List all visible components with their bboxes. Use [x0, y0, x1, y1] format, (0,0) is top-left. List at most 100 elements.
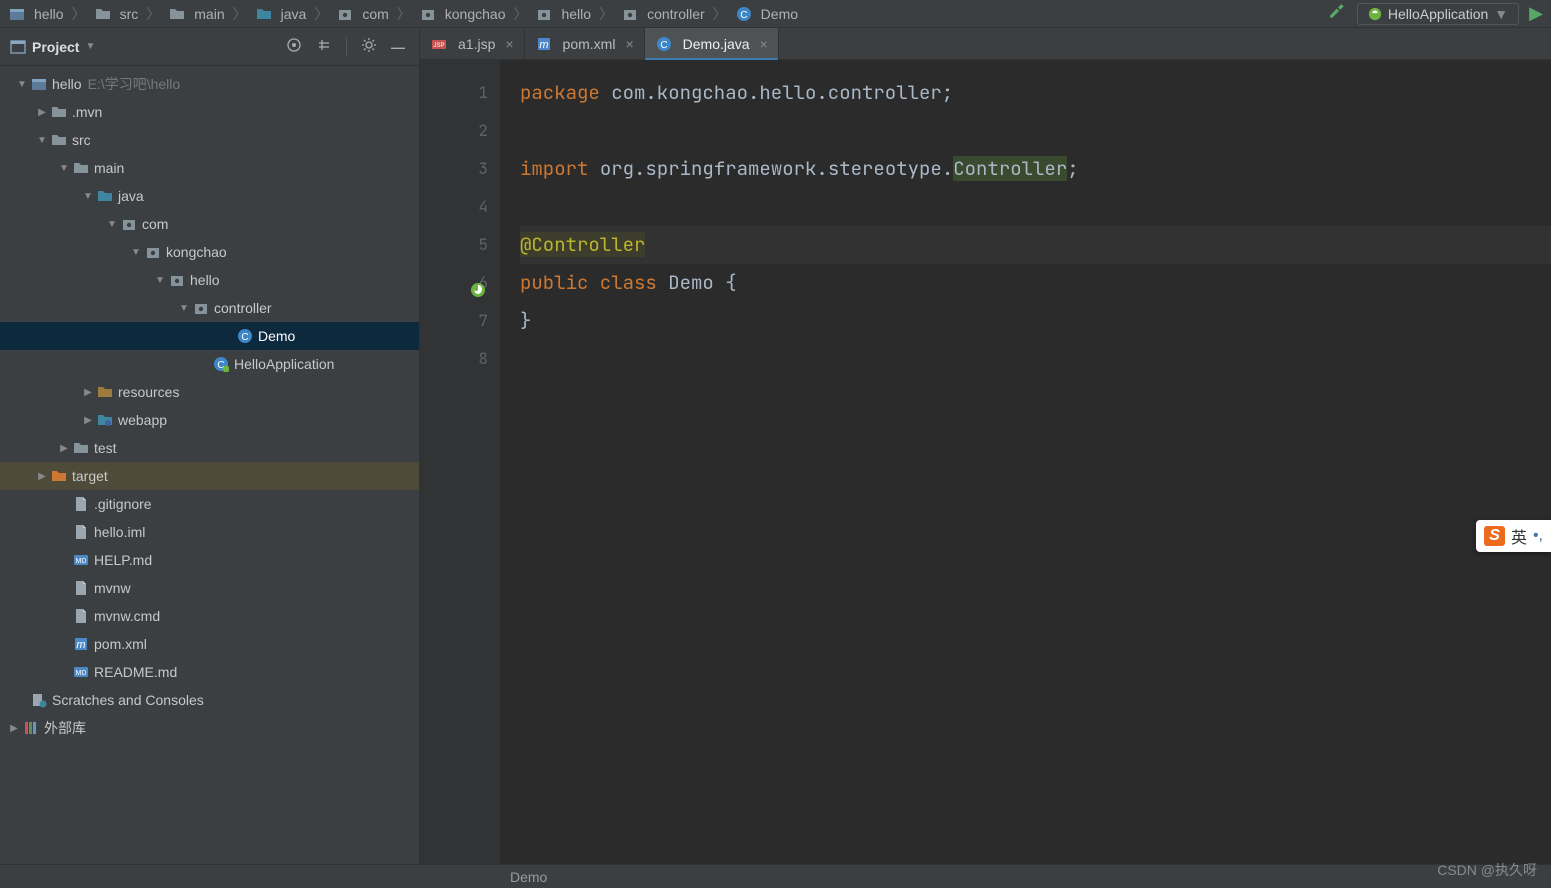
tree-arrow-icon[interactable]: ▶ — [34, 471, 50, 482]
code-line[interactable]: public class Demo { — [520, 264, 1551, 302]
close-tab-icon[interactable]: × — [760, 36, 768, 52]
tree-node[interactable]: ▶target — [0, 462, 419, 490]
code-line[interactable]: @Controller — [520, 226, 1551, 264]
close-tab-icon[interactable]: × — [505, 36, 513, 52]
hide-icon[interactable]: — — [387, 39, 409, 55]
breadcrumb-item[interactable]: hello — [535, 6, 591, 22]
tree-node[interactable]: ▶.mvn — [0, 98, 419, 126]
tree-arrow-icon[interactable]: ▼ — [104, 219, 120, 230]
line-number[interactable]: 5 — [420, 226, 488, 264]
build-icon[interactable] — [1329, 3, 1347, 24]
scratch-icon — [30, 692, 48, 708]
editor-tab[interactable]: CDemo.java× — [645, 28, 779, 59]
project-sidebar: Project ▼ — ▼helloE:\学习吧\hello▶.mvn▼src▼… — [0, 28, 420, 864]
tree-arrow-icon[interactable]: ▶ — [34, 107, 50, 118]
line-number[interactable]: 1 — [420, 74, 488, 112]
line-number[interactable]: 3 — [420, 150, 488, 188]
editor-gutter[interactable]: 12345678 — [420, 60, 500, 864]
tree-node[interactable]: Scratches and Consoles — [0, 686, 419, 714]
breadcrumb-icon — [94, 6, 112, 22]
md-icon: MD — [72, 664, 90, 680]
line-number[interactable]: 4 — [420, 188, 488, 226]
gear-icon[interactable] — [357, 37, 381, 56]
tree-node[interactable]: ▼ main — [0, 154, 419, 182]
tree-node[interactable]: ▼java — [0, 182, 419, 210]
folder-icon — [72, 160, 90, 176]
select-opened-file-icon[interactable] — [282, 37, 306, 56]
editor-code[interactable]: package com.kongchao.hello.controller; im… — [500, 60, 1551, 864]
line-number[interactable]: 7 — [420, 302, 488, 340]
code-line[interactable] — [520, 112, 1551, 150]
editor-tab[interactable]: JSPa1.jsp× — [420, 28, 525, 59]
breadcrumb-separator: 〉 — [599, 4, 613, 24]
folder-web-icon — [96, 412, 114, 428]
breadcrumb-item[interactable]: controller — [621, 6, 705, 22]
tree-node[interactable]: MDHELP.md — [0, 546, 419, 574]
tree-arrow-icon[interactable]: ▼ — [56, 163, 72, 174]
tree-node[interactable]: CDemo — [0, 322, 419, 350]
tree-node[interactable]: ▼ controller — [0, 294, 419, 322]
breadcrumb-item[interactable]: CDemo — [735, 6, 798, 22]
tree-label: main — [94, 160, 124, 176]
tree-arrow-icon[interactable]: ▶ — [80, 387, 96, 398]
breadcrumb-item[interactable]: src — [94, 6, 139, 22]
project-tree[interactable]: ▼helloE:\学习吧\hello▶.mvn▼src▼main▼java▼co… — [0, 66, 419, 864]
breadcrumb-item[interactable]: main — [168, 6, 224, 22]
folder-icon — [72, 440, 90, 456]
project-tool-title: Project — [32, 39, 79, 55]
run-config-dropdown[interactable]: HelloApplication ▼ — [1357, 3, 1519, 25]
breadcrumb-item[interactable]: com — [336, 6, 388, 22]
tree-node[interactable]: CHelloApplication — [0, 350, 419, 378]
tree-node[interactable]: ▶resources — [0, 378, 419, 406]
tree-node[interactable]: ▶webapp — [0, 406, 419, 434]
tree-node[interactable]: mvnw.cmd — [0, 602, 419, 630]
tree-node[interactable]: ▼kongchao — [0, 238, 419, 266]
code-line[interactable]: } — [520, 302, 1551, 340]
code-line[interactable] — [520, 188, 1551, 226]
tree-node[interactable]: .gitignore — [0, 490, 419, 518]
tree-node[interactable]: mvnw — [0, 574, 419, 602]
line-number[interactable]: 6 — [420, 264, 488, 302]
code-line[interactable]: package com.kongchao.hello.controller; — [520, 74, 1551, 112]
run-button[interactable]: ▶ — [1529, 3, 1543, 24]
breadcrumb-label: hello — [561, 6, 591, 22]
tree-arrow-icon[interactable]: ▼ — [34, 135, 50, 146]
breadcrumb-item[interactable]: java — [255, 6, 307, 22]
line-number[interactable]: 8 — [420, 340, 488, 378]
tree-arrow-icon[interactable]: ▼ — [152, 275, 168, 286]
jsp-icon: JSP — [430, 36, 448, 52]
tree-label: src — [72, 132, 91, 148]
tree-arrow-icon[interactable]: ▼ — [128, 247, 144, 258]
ime-indicator[interactable]: S 英 •, — [1476, 520, 1551, 552]
tree-arrow-icon[interactable]: ▼ — [14, 79, 30, 90]
tree-arrow-icon[interactable]: ▶ — [80, 415, 96, 426]
code-line[interactable] — [520, 340, 1551, 378]
tree-node[interactable]: ▼com — [0, 210, 419, 238]
code-line[interactable]: import org.springframework.stereotype.Co… — [520, 150, 1551, 188]
tree-label: hello — [52, 76, 82, 92]
close-tab-icon[interactable]: × — [625, 36, 633, 52]
editor-tabs: JSPa1.jsp×mpom.xml×CDemo.java× — [420, 28, 1551, 60]
tree-label: mvnw — [94, 580, 131, 596]
tree-arrow-icon[interactable]: ▼ — [176, 303, 192, 314]
tree-node[interactable]: hello.iml — [0, 518, 419, 546]
tree-arrow-icon[interactable]: ▶ — [6, 723, 22, 734]
tree-arrow-icon[interactable]: ▶ — [56, 443, 72, 454]
tree-path: E:\学习吧\hello — [88, 74, 181, 94]
editor-tab[interactable]: mpom.xml× — [525, 28, 645, 59]
tree-node[interactable]: ▼ hello E:\学习吧\hello — [0, 70, 419, 98]
breadcrumb-item[interactable]: hello — [8, 6, 64, 22]
tree-node[interactable]: MDREADME.md — [0, 658, 419, 686]
breadcrumb-item[interactable]: kongchao — [419, 6, 506, 22]
tree-node[interactable]: mpom.xml — [0, 630, 419, 658]
project-tool-header[interactable]: Project ▼ — — [0, 28, 419, 66]
svg-text:C: C — [740, 10, 747, 21]
tree-node[interactable]: ▶外部库 — [0, 714, 419, 742]
line-number[interactable]: 2 — [420, 112, 488, 150]
tree-node[interactable]: ▼ src — [0, 126, 419, 154]
tree-arrow-icon[interactable]: ▼ — [80, 191, 96, 202]
tree-node[interactable]: ▼hello — [0, 266, 419, 294]
tree-label: controller — [214, 300, 272, 316]
expand-all-icon[interactable] — [312, 37, 336, 56]
tree-node[interactable]: ▶test — [0, 434, 419, 462]
